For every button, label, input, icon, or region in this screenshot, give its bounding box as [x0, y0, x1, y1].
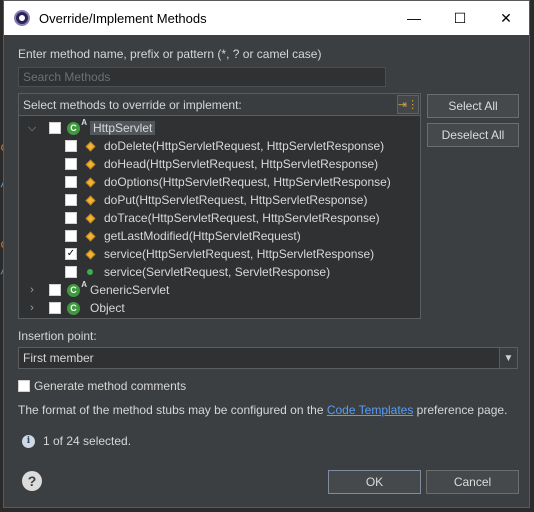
tree-method-row[interactable]: getLastModified(HttpServletRequest) [65, 227, 301, 245]
tree-class-row[interactable]: ⌵ C A HttpServlet [25, 118, 156, 137]
tree-method-row[interactable]: ✓ service(HttpServletRequest, HttpServlet… [65, 245, 374, 263]
info-icon: i [22, 434, 35, 448]
template-note-suffix: preference page. [413, 403, 508, 417]
method-checkbox[interactable] [65, 266, 77, 278]
method-checkbox[interactable] [65, 158, 77, 170]
protected-method-icon [85, 141, 95, 151]
protected-method-icon [85, 213, 95, 223]
method-signature: service(ServletRequest, ServletResponse) [104, 265, 331, 279]
insertion-point-value: First member [23, 351, 94, 365]
method-checkbox[interactable] [65, 230, 77, 242]
generate-comments-label: Generate method comments [34, 379, 187, 393]
title-bar: Override/Implement Methods — ☐ ✕ [4, 1, 529, 35]
select-all-button[interactable]: Select All [427, 94, 519, 118]
select-all-label: Select All [448, 99, 498, 113]
class-name: HttpServlet [90, 121, 156, 135]
close-button[interactable]: ✕ [483, 1, 529, 35]
tree-method-row[interactable]: doTrace(HttpServletRequest, HttpServletR… [65, 209, 380, 227]
class-name: Object [90, 301, 125, 315]
method-checkbox[interactable]: ✓ [65, 248, 77, 260]
generate-comments-checkbox[interactable] [18, 380, 30, 392]
method-checkbox[interactable] [65, 176, 77, 188]
insertion-point-select[interactable]: First member ▼ [18, 347, 518, 369]
protected-method-icon [85, 177, 95, 187]
minimize-button[interactable]: — [391, 1, 437, 35]
collapse-arrow-icon[interactable]: ⌵ [25, 122, 39, 135]
class-icon: CA [67, 118, 87, 135]
tree-class-row[interactable]: › C A GenericServlet [25, 280, 170, 299]
tree-method-row[interactable]: doPut(HttpServletRequest, HttpServletRes… [65, 191, 367, 209]
cancel-label: Cancel [453, 475, 492, 489]
method-tree: Select methods to override or implement:… [18, 93, 421, 319]
method-signature: doOptions(HttpServletRequest, HttpServle… [104, 175, 391, 189]
expand-arrow-icon[interactable]: › [25, 284, 39, 296]
class-checkbox[interactable] [49, 302, 61, 314]
tree-method-row[interactable]: doHead(HttpServletRequest, HttpServletRe… [65, 155, 378, 173]
class-icon: CA [67, 280, 87, 297]
cancel-button[interactable]: Cancel [426, 470, 519, 494]
search-label: Enter method name, prefix or pattern (*,… [18, 47, 322, 61]
ok-button[interactable]: OK [328, 470, 421, 494]
chevron-down-icon[interactable]: ▼ [499, 348, 517, 368]
method-signature: doHead(HttpServletRequest, HttpServletRe… [104, 157, 379, 171]
method-signature: doDelete(HttpServletRequest, HttpServlet… [104, 139, 385, 153]
method-signature: doPut(HttpServletRequest, HttpServletRes… [104, 193, 368, 207]
abstract-marker-icon: A [81, 279, 87, 289]
tree-header-label: Select methods to override or implement: [23, 97, 242, 112]
expand-arrow-icon[interactable]: › [25, 302, 39, 314]
protected-method-icon [85, 231, 95, 241]
tree-method-row[interactable]: doDelete(HttpServletRequest, HttpServlet… [65, 137, 384, 155]
method-signature: getLastModified(HttpServletRequest) [104, 229, 301, 243]
generate-comments-option[interactable]: Generate method comments [18, 379, 186, 393]
deselect-all-label: Deselect All [441, 128, 505, 142]
deselect-all-button[interactable]: Deselect All [427, 123, 519, 147]
class-checkbox[interactable] [49, 122, 61, 134]
protected-method-icon [85, 195, 95, 205]
help-icon[interactable]: ? [22, 471, 42, 491]
method-checkbox[interactable] [65, 140, 77, 152]
method-signature: doTrace(HttpServletRequest, HttpServletR… [104, 211, 380, 225]
method-checkbox[interactable] [65, 212, 77, 224]
class-icon: C [67, 301, 80, 315]
status-line: i 1 of 24 selected. [22, 434, 131, 448]
tree-class-row[interactable]: › C Object [25, 299, 125, 317]
method-signature: service(HttpServletRequest, HttpServletR… [104, 247, 375, 261]
class-name: GenericServlet [90, 283, 170, 297]
abstract-marker-icon: A [81, 117, 87, 127]
maximize-button[interactable]: ☐ [437, 1, 483, 35]
hierarchy-filter-icon[interactable]: ⇥⋮ [397, 95, 419, 114]
public-method-icon [87, 269, 93, 275]
code-templates-link[interactable]: Code Templates [327, 403, 414, 417]
protected-method-icon [85, 159, 95, 169]
ok-label: OK [365, 475, 384, 489]
selection-status: 1 of 24 selected. [43, 434, 132, 448]
method-checkbox[interactable] [65, 194, 77, 206]
tree-method-row[interactable]: doOptions(HttpServletRequest, HttpServle… [65, 173, 391, 191]
search-input[interactable] [18, 67, 386, 87]
protected-method-icon [85, 249, 95, 259]
template-note: The format of the method stubs may be co… [18, 403, 507, 417]
dialog-title: Override/Implement Methods [39, 10, 207, 26]
tree-header: Select methods to override or implement:… [19, 94, 420, 116]
tree-method-row[interactable]: service(ServletRequest, ServletResponse) [65, 263, 330, 281]
insertion-point-label: Insertion point: [18, 329, 97, 343]
template-note-text: The format of the method stubs may be co… [18, 403, 327, 417]
class-checkbox[interactable] [49, 284, 61, 296]
eclipse-icon [14, 10, 30, 26]
override-implement-dialog: Override/Implement Methods — ☐ ✕ Enter m… [3, 0, 530, 508]
